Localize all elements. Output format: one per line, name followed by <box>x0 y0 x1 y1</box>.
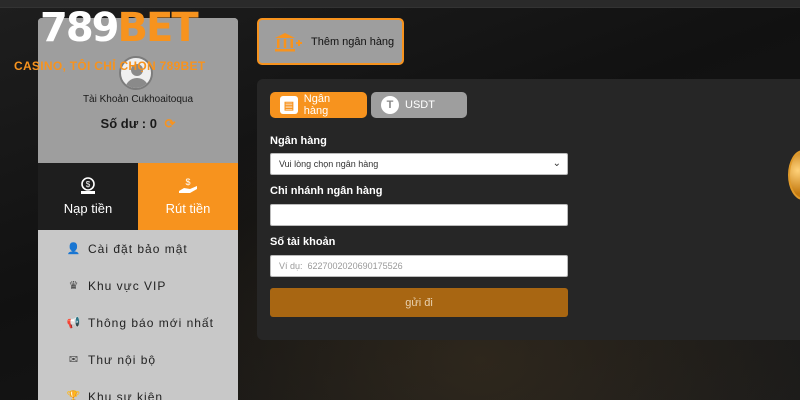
logo-number: 789 <box>40 5 119 51</box>
menu-item-inbox[interactable]: ✉ Thư nội bộ <box>38 341 238 378</box>
tab-bank[interactable]: ▤ Ngân hàng <box>270 92 367 118</box>
tab-label: USDT <box>405 99 435 111</box>
refresh-icon[interactable]: ⟳ <box>165 116 176 131</box>
bank-plus-icon <box>275 32 302 51</box>
method-tabs: ▤ Ngân hàng T USDT <box>270 92 467 118</box>
menu-item-label: Thông báo mới nhất <box>88 315 214 330</box>
account-name: Tài Khoản Cukhoaitoqua <box>82 94 194 105</box>
svg-text:$: $ <box>86 180 91 189</box>
menu-item-vip[interactable]: ♛ Khu vực VIP <box>38 267 238 304</box>
submit-button[interactable]: gửi đi <box>270 288 568 317</box>
menu-item-label: Thư nội bộ <box>88 352 157 367</box>
trophy-icon: 🏆 <box>66 391 82 400</box>
branch-label: Chi nhánh ngân hàng <box>270 185 383 197</box>
branch-field[interactable] <box>270 204 568 226</box>
withdraw-hand-icon: $ <box>179 177 197 193</box>
sidebar: Tài Khoản Cukhoaitoqua Số dư : 0 ⟳ $ Nạp… <box>38 18 238 400</box>
tether-icon: T <box>381 96 399 114</box>
action-row: $ Nạp tiền $ Rút tiền <box>38 163 238 230</box>
brand-slogan: CASINO, TÔI CHỈ CHỌN 789BET <box>14 59 206 73</box>
deposit-button[interactable]: $ Nạp tiền <box>38 163 138 230</box>
bank-select[interactable]: Vui lòng chọn ngân hàng ⌄ <box>270 153 568 175</box>
user-shield-icon: 👤 <box>66 243 82 255</box>
tab-label: Ngân hàng <box>303 93 331 117</box>
chevron-down-icon: ⌄ <box>552 158 561 169</box>
svg-text:$: $ <box>185 177 190 187</box>
menu-item-security[interactable]: 👤 Cài đặt bảo mật <box>38 230 238 267</box>
withdraw-button[interactable]: $ Rút tiền <box>138 163 238 230</box>
envelope-icon: ✉ <box>68 354 80 366</box>
add-bank-label: Thêm ngân hàng <box>311 35 395 48</box>
withdraw-label: Rút tiền <box>165 201 211 216</box>
balance-value: 0 <box>149 116 157 131</box>
account-number-input[interactable] <box>279 261 567 271</box>
account-number-label: Số tài khoản <box>270 236 336 248</box>
card-icon: ▤ <box>280 96 298 114</box>
balance: Số dư : 0 ⟳ <box>38 116 238 132</box>
account-number-field[interactable] <box>270 255 568 277</box>
tab-usdt[interactable]: T USDT <box>371 92 467 118</box>
deposit-icon: $ <box>81 177 95 194</box>
logo-bet: BET <box>117 5 199 51</box>
menu-item-notifications[interactable]: 📢 Thông báo mới nhất <box>38 304 238 341</box>
sidebar-menu: 👤 Cài đặt bảo mật ♛ Khu vực VIP 📢 Thông … <box>38 230 238 400</box>
bank-label: Ngân hàng <box>270 135 327 147</box>
withdraw-form-panel: ▤ Ngân hàng T USDT Ngân hàng Vui lòng ch… <box>257 79 800 340</box>
brand-logo: 789BET <box>40 5 199 51</box>
menu-item-label: Khu vực VIP <box>88 278 167 293</box>
menu-item-label: Khu sự kiện <box>88 389 164 400</box>
menu-item-events[interactable]: 🏆 Khu sự kiện <box>38 378 238 400</box>
vip-icon: ♛ <box>68 280 80 292</box>
add-bank-button[interactable]: Thêm ngân hàng <box>257 18 404 65</box>
megaphone-icon: 📢 <box>66 317 82 329</box>
branch-input[interactable] <box>279 210 567 220</box>
avatar-body-icon <box>125 78 149 88</box>
deposit-label: Nạp tiền <box>63 201 113 216</box>
bank-select-value: Vui lòng chọn ngân hàng <box>279 159 379 169</box>
balance-label: Số dư : <box>100 116 147 131</box>
menu-item-label: Cài đặt bảo mật <box>88 241 188 256</box>
